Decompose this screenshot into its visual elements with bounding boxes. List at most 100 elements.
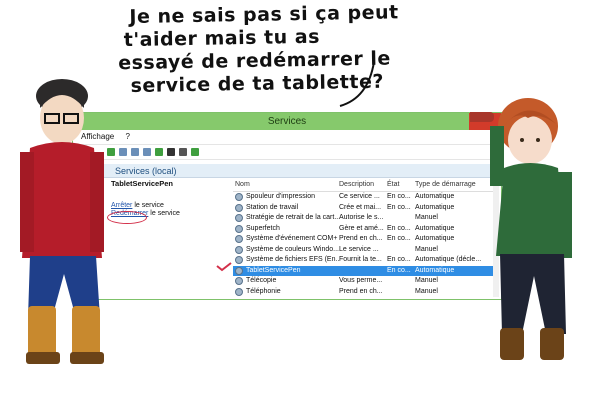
cell-name: TabletServicePen: [233, 266, 339, 277]
cell-name-text: Télécopie: [246, 277, 277, 284]
window-titlebar[interactable]: Services: [73, 113, 501, 130]
window-title: Services: [267, 116, 307, 127]
menu-item-help[interactable]: ?: [125, 132, 129, 141]
cell-description-text: Gère et amé...: [339, 224, 384, 232]
stop-icon[interactable]: [167, 148, 175, 156]
cell-startup-text: Automatique: [415, 224, 455, 232]
gear-icon: [235, 224, 243, 233]
table-row[interactable]: Station de travail Crée et mai... En co...…: [233, 203, 495, 214]
cell-state-text: En co...: [387, 266, 411, 274]
cell-name: Stratégie de retrait de la cart...: [233, 213, 339, 224]
properties-icon[interactable]: [131, 148, 139, 156]
cell-description-text: Prend en ch...: [339, 287, 383, 295]
left-character-illustration: [20, 79, 104, 364]
gear-icon: [235, 235, 243, 244]
cell-description: Le service ...: [339, 245, 387, 256]
gear-icon: [235, 287, 243, 296]
right-character-illustration: [470, 98, 572, 360]
cell-description-text: Fournit la te...: [339, 256, 382, 263]
table-row[interactable]: Téléphonie Prend en ch... Manuel: [233, 287, 495, 298]
gear-icon: [235, 193, 243, 202]
play-icon[interactable]: [155, 148, 163, 156]
cell-name-text: Système de fichiers EFS (En...: [246, 256, 339, 263]
cell-description: Crée et mai...: [339, 203, 387, 214]
cell-description: Ce service ...: [339, 192, 387, 203]
cell-description: Fournit la te...: [339, 255, 387, 266]
gear-icon: [235, 266, 243, 275]
cell-state: En co...: [387, 266, 415, 277]
table-row[interactable]: Télécopie Vous perme... Manuel: [233, 276, 495, 287]
cell-description: Vous perme...: [339, 276, 387, 287]
table-header: Nom Description État Type de démarrage: [233, 179, 495, 192]
toolbar: [73, 145, 501, 160]
services-table: Nom Description État Type de démarrage S…: [233, 179, 495, 297]
cell-startup-text: Automatique: [415, 266, 455, 274]
cell-description: Prend en ch...: [339, 287, 387, 298]
cell-description: Autorise le s...: [339, 213, 387, 224]
cell-name-text: Station de travail: [246, 203, 299, 211]
gear-icon: [235, 277, 243, 286]
pause-icon[interactable]: [179, 148, 187, 156]
cell-name-text: Système d'événement COM+: [246, 235, 338, 242]
cell-name: Système de fichiers EFS (En...: [233, 255, 339, 266]
table-row[interactable]: Système de couleurs Windo... Le service .…: [233, 245, 495, 256]
forward-icon[interactable]: [119, 148, 127, 156]
services-window: Services Affichage ? Services (local) Ta…: [72, 112, 502, 300]
cell-name-text: Téléphonie: [246, 287, 281, 295]
selected-service-name: TabletServicePen: [111, 179, 173, 188]
gear-icon: [235, 214, 243, 223]
cell-state: En co...: [387, 224, 415, 235]
cell-name: Système d'événement COM+: [233, 234, 339, 245]
cell-state: En co...: [387, 192, 415, 203]
cell-state-text: En co...: [387, 193, 411, 200]
column-description[interactable]: Description: [339, 179, 387, 191]
table-row[interactable]: TabletServicePen En co... Automatique: [233, 265, 495, 277]
cell-name: Superfetch: [233, 224, 339, 235]
cell-startup-text: Automatique: [415, 203, 455, 211]
column-name[interactable]: Nom: [233, 179, 339, 191]
cell-description-text: Le service ...: [339, 245, 379, 253]
cell-name: Système de couleurs Windo...: [233, 245, 339, 256]
cell-description: Prend en ch...: [339, 234, 387, 245]
restart-service-text: le service: [148, 210, 180, 217]
table-row[interactable]: Système de fichiers EFS (En... Fournit la…: [233, 255, 495, 266]
cell-description-text: Ce service ...: [339, 193, 380, 200]
cell-startup-text: Automatique: [415, 235, 455, 242]
table-row[interactable]: Stratégie de retrait de la cart... Autori…: [233, 213, 495, 224]
cell-description: Gère et amé...: [339, 224, 387, 235]
column-state[interactable]: État: [387, 179, 415, 191]
speech-tail: [339, 61, 375, 107]
cell-name-text: TabletServicePen: [246, 266, 301, 274]
cell-state: En co...: [387, 234, 415, 245]
cell-name-text: Spouleur d'impression: [246, 193, 316, 200]
cell-state: [387, 287, 415, 298]
cell-name-text: Superfetch: [246, 224, 280, 232]
cell-state-text: En co...: [387, 235, 411, 242]
cell-state: En co...: [387, 255, 415, 266]
cell-name: Spouleur d'impression: [233, 192, 339, 203]
cell-state-text: En co...: [387, 224, 411, 232]
cell-startup-text: Manuel: [415, 245, 438, 253]
checkmark-icon: [216, 262, 232, 272]
cell-name-text: Stratégie de retrait de la cart...: [246, 214, 339, 221]
maximize-icon[interactable]: [447, 113, 469, 130]
table-row[interactable]: Spouleur d'impression Ce service ... En co…: [233, 192, 495, 203]
table-row[interactable]: Système d'événement COM+ Prend en ch... En…: [233, 234, 495, 245]
cell-description-text: Crée et mai...: [339, 203, 382, 211]
minimize-icon[interactable]: [425, 113, 447, 130]
cell-state: En co...: [387, 203, 415, 214]
cell-name: Télécopie: [233, 276, 339, 287]
export-icon[interactable]: [143, 148, 151, 156]
speech-line: Je ne sais pas si ça peut: [129, 1, 399, 29]
gear-icon: [235, 245, 243, 254]
menu-bar: Affichage ?: [73, 130, 501, 145]
cell-description-text: Vous perme...: [339, 277, 383, 284]
cell-description-text: Autorise le s...: [339, 214, 384, 221]
table-row[interactable]: Superfetch Gère et amé... En co... Automati…: [233, 224, 495, 235]
cell-state: [387, 213, 415, 224]
cell-state-text: En co...: [387, 203, 411, 211]
stop-action: Arrêter le service: [111, 202, 235, 209]
cell-startup-text: Manuel: [415, 287, 438, 295]
cell-name: Téléphonie: [233, 287, 339, 298]
restart-icon[interactable]: [191, 148, 199, 156]
